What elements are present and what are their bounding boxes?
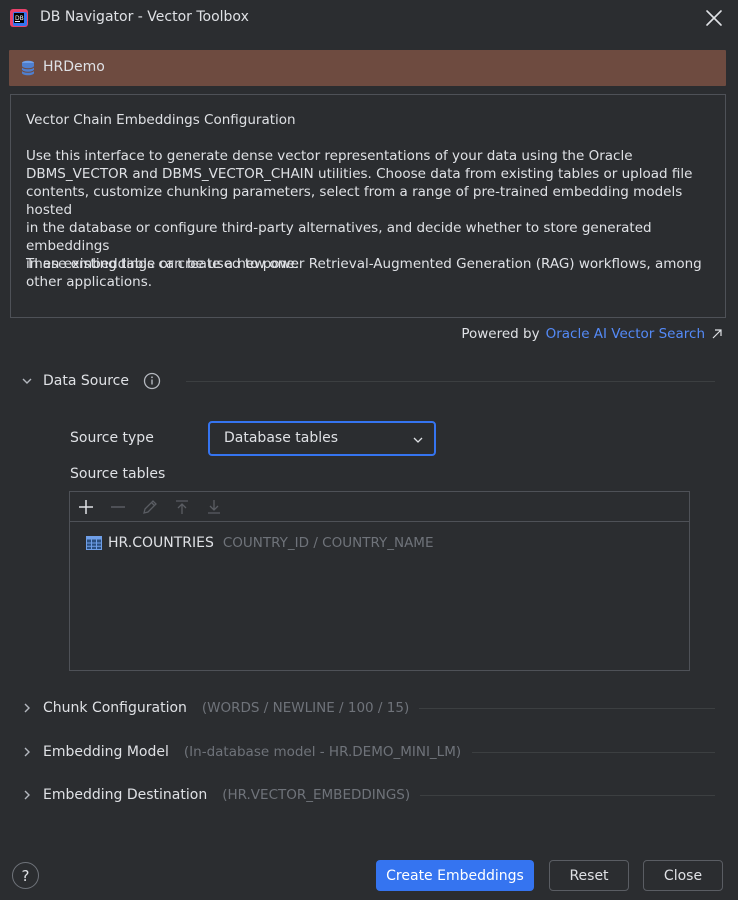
powered-by-label: Powered by xyxy=(461,326,540,342)
intro-paragraph-2: These embeddings can be used to power Re… xyxy=(26,256,702,290)
section-title-embedding-destination: Embedding Destination xyxy=(43,787,208,803)
connection-bar: HRDemo xyxy=(9,50,726,86)
chevron-down-icon[interactable] xyxy=(20,374,34,388)
source-type-value: Database tables xyxy=(224,430,339,446)
section-chunk-configuration[interactable]: Chunk Configuration (WORDS / NEWLINE / 1… xyxy=(20,697,409,719)
section-divider xyxy=(186,381,715,382)
intro-panel: Vector Chain Embeddings Configuration Us… xyxy=(10,94,726,318)
section-title-data-source: Data Source xyxy=(43,373,129,389)
section-divider xyxy=(472,752,715,753)
source-tables-label: Source tables xyxy=(70,466,166,482)
table-row[interactable]: HR.COUNTRIES COUNTRY_ID / COUNTRY_NAME xyxy=(86,532,433,554)
chevron-right-icon[interactable] xyxy=(20,788,34,802)
add-icon[interactable] xyxy=(77,498,95,516)
table-columns: COUNTRY_ID / COUNTRY_NAME xyxy=(222,535,434,551)
close-window-icon[interactable] xyxy=(704,8,724,28)
table-icon xyxy=(86,536,102,550)
chevron-right-icon[interactable] xyxy=(20,745,34,759)
chevron-right-icon[interactable] xyxy=(20,701,34,715)
source-tables-toolbar xyxy=(70,492,689,522)
table-name: HR.COUNTRIES xyxy=(108,535,214,551)
info-icon[interactable] xyxy=(143,372,161,390)
move-down-icon[interactable] xyxy=(205,498,223,516)
section-divider xyxy=(419,708,715,709)
intro-title: Vector Chain Embeddings Configuration xyxy=(26,112,296,128)
close-button[interactable]: Close xyxy=(643,860,723,891)
source-tables-panel: HR.COUNTRIES COUNTRY_ID / COUNTRY_NAME xyxy=(69,491,690,671)
section-data-source[interactable]: Data Source xyxy=(20,370,161,392)
section-embedding-model[interactable]: Embedding Model (In-database model - HR.… xyxy=(20,741,461,763)
connection-name: HRDemo xyxy=(43,59,105,75)
move-up-icon[interactable] xyxy=(173,498,191,516)
window-title: DB Navigator - Vector Toolbox xyxy=(40,9,249,25)
powered-by: Powered by Oracle AI Vector Search xyxy=(461,326,723,342)
chevron-down-icon xyxy=(413,437,423,443)
section-embedding-destination[interactable]: Embedding Destination (HR.VECTOR_EMBEDDI… xyxy=(20,784,410,806)
section-summary-embedding-destination: (HR.VECTOR_EMBEDDINGS) xyxy=(222,787,411,803)
oracle-ai-vector-search-link[interactable]: Oracle AI Vector Search xyxy=(546,326,705,342)
source-type-select[interactable]: Database tables xyxy=(208,421,436,456)
section-divider xyxy=(420,795,715,796)
svg-text:DB: DB xyxy=(15,15,24,22)
create-embeddings-button[interactable]: Create Embeddings xyxy=(376,860,534,891)
section-title-chunk-configuration: Chunk Configuration xyxy=(43,700,187,716)
source-type-label: Source type xyxy=(70,430,154,446)
reset-button[interactable]: Reset xyxy=(549,860,629,891)
remove-icon[interactable] xyxy=(109,498,127,516)
title-bar: DB DB Navigator - Vector Toolbox xyxy=(0,0,738,38)
database-icon xyxy=(21,60,35,76)
section-summary-embedding-model: (In-database model - HR.DEMO_MINI_LM) xyxy=(183,744,462,760)
section-summary-chunk-configuration: (WORDS / NEWLINE / 100 / 15) xyxy=(201,700,410,716)
app-logo-icon: DB xyxy=(10,9,28,27)
section-title-embedding-model: Embedding Model xyxy=(43,744,169,760)
edit-icon[interactable] xyxy=(141,498,159,516)
help-button[interactable]: ? xyxy=(12,862,39,889)
external-link-icon[interactable] xyxy=(711,328,723,340)
